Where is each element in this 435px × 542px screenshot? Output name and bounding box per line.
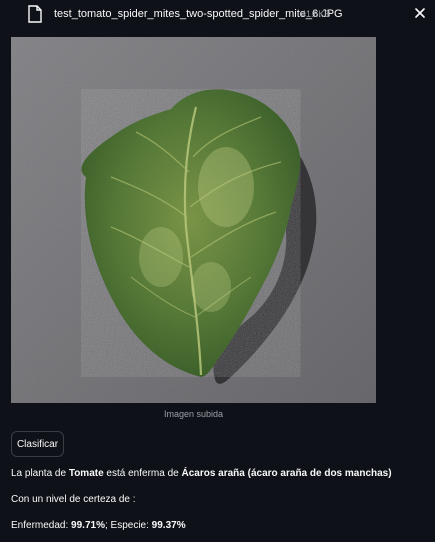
certainty-values: Enfermedad: 99.71%; Especie: 99.37%: [11, 520, 186, 531]
classify-button[interactable]: Clasificar: [11, 431, 64, 457]
file-size: 41.6KB: [301, 9, 331, 19]
species-certainty-value: 99.37%: [151, 520, 186, 531]
certainty-label: Con un nivel de certeza de :: [11, 494, 136, 505]
uploaded-file-row: test_tomato_spider_mites_two-spotted_spi…: [0, 0, 435, 30]
file-icon: [28, 5, 42, 23]
disease-certainty-label: Enfermedad:: [11, 520, 72, 531]
species-certainty-label: Especie:: [110, 520, 152, 531]
result-middle: está enferma de: [103, 468, 182, 479]
result-line: La planta de Tomate está enferma de Ácar…: [11, 468, 392, 479]
disease-certainty-value: 99.71%: [71, 520, 105, 531]
uploaded-image: [11, 37, 376, 403]
image-caption: Imagen subida: [163, 409, 224, 419]
plant-name: Tomate: [68, 468, 104, 479]
disease-name: Ácaros araña (ácaro araña de dos manchas…: [181, 468, 392, 479]
result-prefix: La planta de: [11, 468, 69, 479]
close-icon[interactable]: [413, 6, 427, 20]
file-name: test_tomato_spider_mites_two-spotted_spi…: [54, 8, 343, 20]
